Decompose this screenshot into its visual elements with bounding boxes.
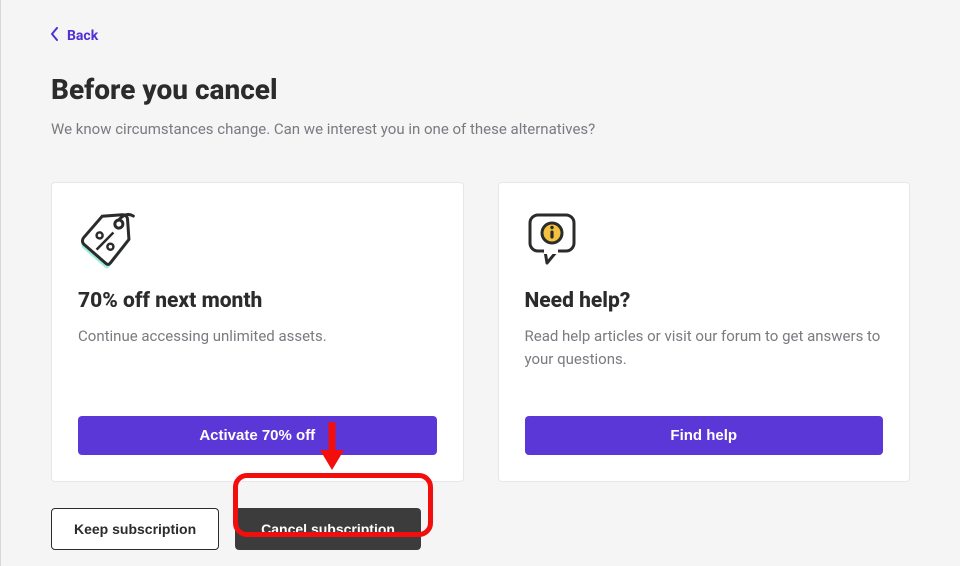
offer-cards: 70% off next month Continue accessing un… [51,182,910,482]
page-subtitle: We know circumstances change. Can we int… [51,120,910,138]
help-body: Read help articles or visit our forum to… [525,325,884,370]
help-title: Need help? [525,289,884,313]
page-title: Before you cancel [51,73,910,106]
action-row: Keep subscription Cancel subscription [51,508,910,550]
offer-card-discount: 70% off next month Continue accessing un… [51,182,464,482]
info-speech-icon [525,211,884,269]
back-link[interactable]: Back [51,27,98,45]
price-tag-icon [78,211,437,269]
offer-card-help: Need help? Read help articles or visit o… [498,182,911,482]
back-label: Back [67,28,98,44]
find-help-button[interactable]: Find help [525,416,884,455]
cancel-retention-page: Back Before you cancel We know circumsta… [0,0,960,566]
offer-body: Continue accessing unlimited assets. [78,325,437,370]
cancel-subscription-button[interactable]: Cancel subscription [235,508,421,550]
keep-subscription-button[interactable]: Keep subscription [51,508,219,550]
offer-title: 70% off next month [78,289,437,313]
chevron-left-icon [51,27,59,45]
activate-discount-button[interactable]: Activate 70% off [78,416,437,455]
